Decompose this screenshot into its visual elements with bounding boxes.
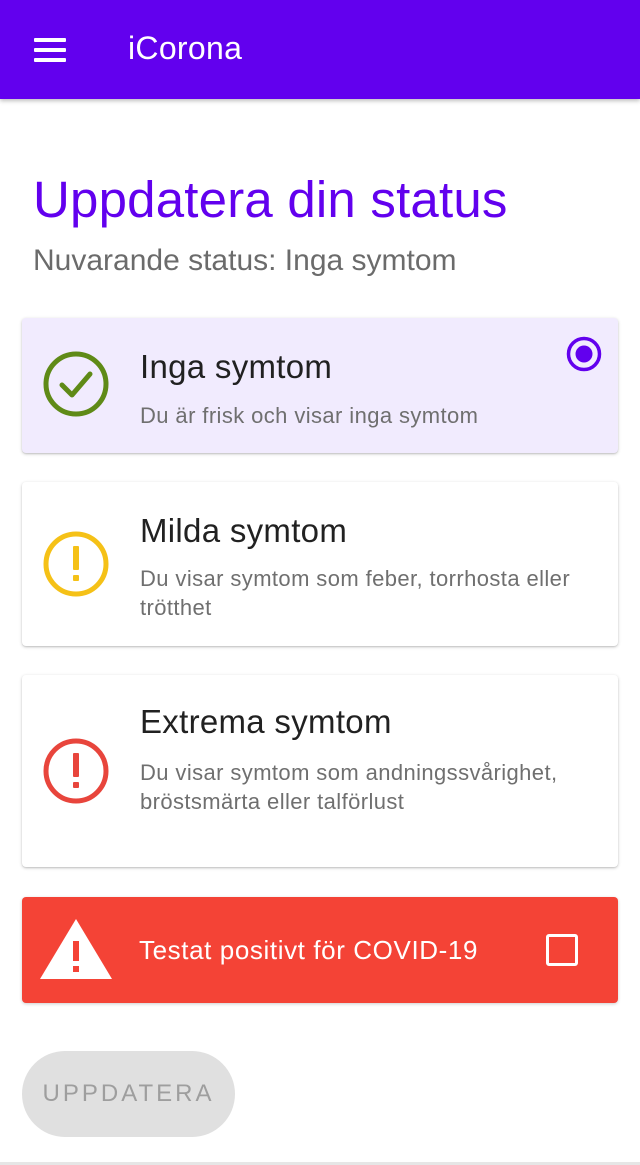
exclamation-circle-icon [42, 530, 110, 603]
exclamation-circle-icon [42, 737, 110, 810]
status-option-extreme[interactable]: Extrema symtom Du visar symtom som andni… [22, 675, 618, 867]
app-title: iCorona [128, 30, 243, 66]
menu-button[interactable] [22, 26, 78, 74]
positive-test-checkbox[interactable] [546, 934, 578, 966]
status-option-none[interactable]: Inga symtom Du är frisk och visar inga s… [22, 318, 618, 453]
current-status-text: Nuvarande status: Inga symtom [33, 244, 457, 277]
update-button[interactable]: UPPDATERA [22, 1051, 235, 1137]
check-circle-icon [42, 350, 110, 423]
status-option-mild[interactable]: Milda symtom Du visar symtom som feber, … [22, 482, 618, 646]
page-title: Uppdatera din status [33, 171, 508, 228]
warning-triangle-icon [38, 917, 114, 986]
option-description: Du är frisk och visar inga symtom [140, 403, 479, 428]
option-description: Du visar symtom som andningssvårighet, b… [140, 760, 558, 814]
option-title: Milda symtom [140, 512, 348, 549]
app-bar: iCorona [0, 0, 640, 99]
option-title: Extrema symtom [140, 703, 392, 740]
option-title: Inga symtom [140, 348, 333, 385]
radio-selected-icon[interactable] [566, 336, 602, 372]
option-description: Du visar symtom som feber, torrhosta ell… [140, 566, 571, 620]
positive-test-label: Testat positivt för COVID-19 [139, 935, 479, 965]
positive-test-card[interactable]: Testat positivt för COVID-19 [22, 897, 618, 1003]
